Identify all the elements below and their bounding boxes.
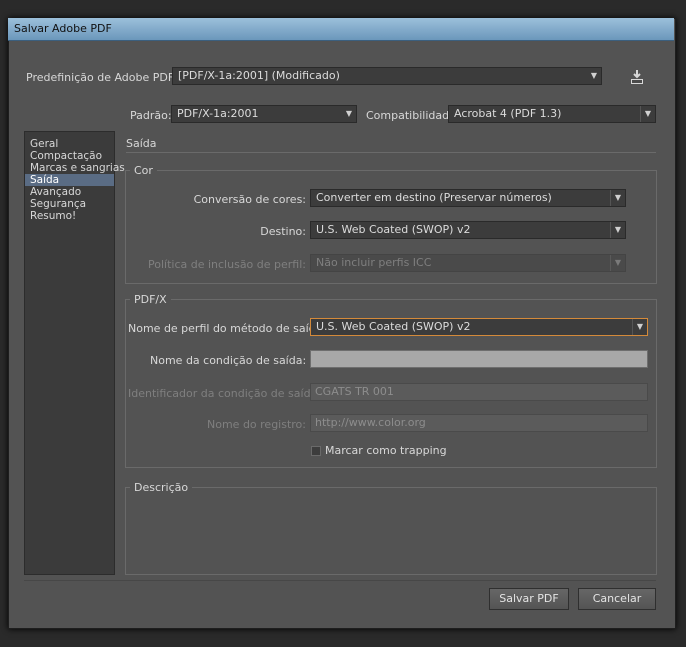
sidebar-item-marcas[interactable]: Marcas e sangrias [25,162,125,174]
sidebar-item-seguranca[interactable]: Segurança [25,198,114,210]
save-pdf-button[interactable]: Salvar PDF [489,588,569,610]
destination-dropdown[interactable]: U.S. Web Coated (SWOP) v2 ▼ [310,221,626,239]
preset-dropdown[interactable]: [PDF/X-1a:2001] (Modificado) ▼ [172,67,602,85]
footer-divider [24,580,656,581]
standard-value: PDF/X-1a:2001 [177,107,259,120]
destination-label: Destino: [260,225,306,238]
title-bar[interactable]: Salvar Adobe PDF [8,18,674,41]
trapped-label: Marcar como trapping [325,444,447,457]
pdfx-group-title: PDF/X [130,293,171,306]
conversion-label: Conversão de cores: [193,193,306,206]
profile-policy-value: Não incluir perfis ICC [316,256,432,269]
chevron-down-icon: ▼ [610,190,625,206]
sidebar-item-avancado[interactable]: Avançado [25,186,114,198]
chevron-down-icon: ▼ [590,71,598,80]
output-condition-id-label: Identificador da condição de saída: [128,387,322,400]
description-group-title: Descrição [130,481,193,494]
chevron-down-icon: ▼ [610,255,625,271]
sidebar-item-compactacao[interactable]: Compactação [25,150,114,162]
sidebar: Geral Compactação Marcas e sangrias Saíd… [24,131,125,575]
output-profile-label: Nome de perfil do método de saída: [128,322,327,335]
save-preset-icon[interactable] [628,68,646,86]
sidebar-item-saida[interactable]: Saída [25,174,114,186]
registry-name-field: http://www.color.org [310,414,648,432]
sidebar-item-resumo[interactable]: Resumo! [25,210,114,222]
section-title: Saída [126,137,157,150]
chevron-down-icon: ▼ [610,222,625,238]
window-title: Salvar Adobe PDF [14,22,112,35]
output-condition-id-field: CGATS TR 001 [310,383,648,401]
trapped-checkbox[interactable] [311,446,321,456]
color-group-title: Cor [130,164,157,177]
compat-label: Compatibilidade: [366,109,460,122]
conversion-dropdown[interactable]: Converter em destino (Preservar números)… [310,189,626,207]
output-condition-name-label: Nome da condição de saída: [150,354,307,367]
standard-dropdown[interactable]: PDF/X-1a:2001 ▼ [171,105,357,123]
preset-value: [PDF/X-1a:2001] (Modificado) [178,69,340,82]
output-profile-value: U.S. Web Coated (SWOP) v2 [316,320,471,333]
cancel-button[interactable]: Cancelar [578,588,656,610]
output-condition-name-field[interactable] [310,350,648,368]
registry-name-label: Nome do registro: [207,418,306,431]
output-profile-dropdown[interactable]: U.S. Web Coated (SWOP) v2 ▼ [310,318,648,336]
chevron-down-icon: ▼ [632,319,647,335]
compat-value: Acrobat 4 (PDF 1.3) [454,107,562,120]
preset-label: Predefinição de Adobe PDF: [26,71,178,84]
description-text [134,500,648,566]
conversion-value: Converter em destino (Preservar números) [316,191,552,204]
standard-label: Padrão: [130,109,172,122]
profile-policy-label: Política de inclusão de perfil: [148,258,306,271]
section-divider [126,152,656,153]
chevron-down-icon: ▼ [345,109,353,118]
profile-policy-dropdown: Não incluir perfis ICC ▼ [310,254,626,272]
compat-dropdown[interactable]: Acrobat 4 (PDF 1.3) ▼ [448,105,656,123]
sidebar-item-geral[interactable]: Geral [25,138,114,150]
destination-value: U.S. Web Coated (SWOP) v2 [316,223,471,236]
chevron-down-icon: ▼ [640,106,655,122]
